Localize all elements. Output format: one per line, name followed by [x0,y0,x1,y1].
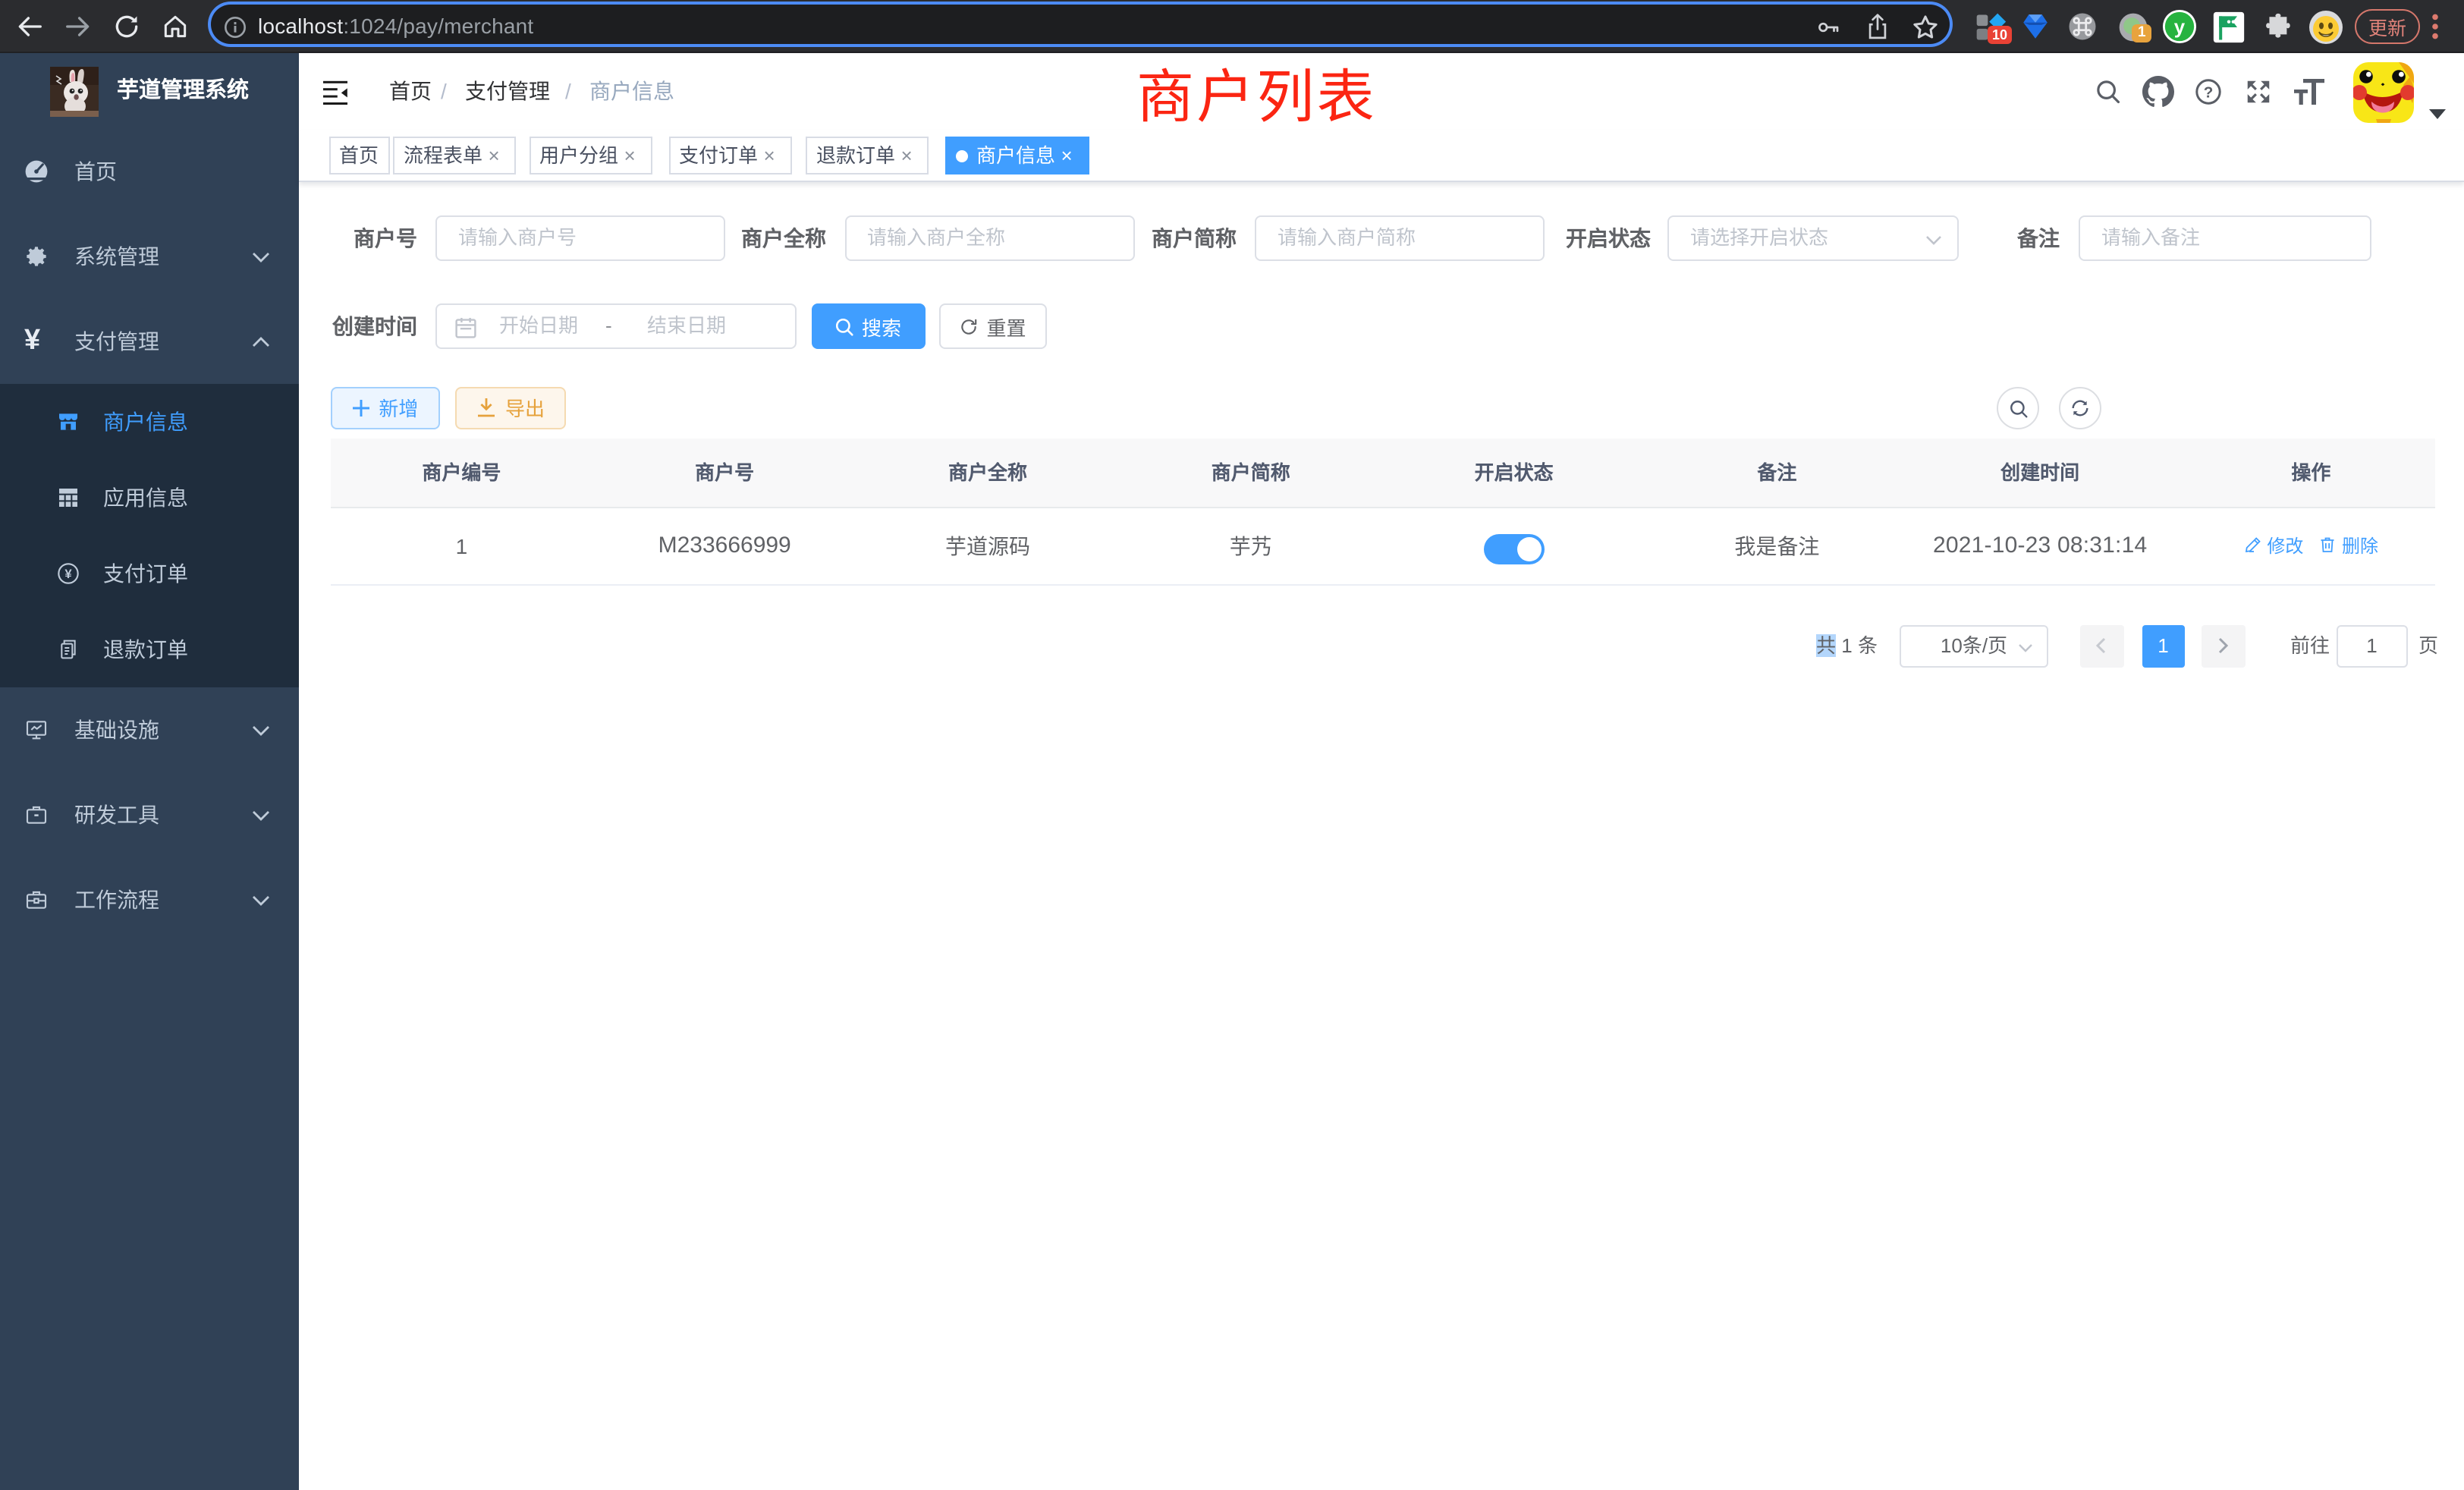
svg-text:?: ? [2204,83,2214,101]
svg-text:¥: ¥ [64,567,72,581]
svg-text:y: y [2173,17,2185,38]
